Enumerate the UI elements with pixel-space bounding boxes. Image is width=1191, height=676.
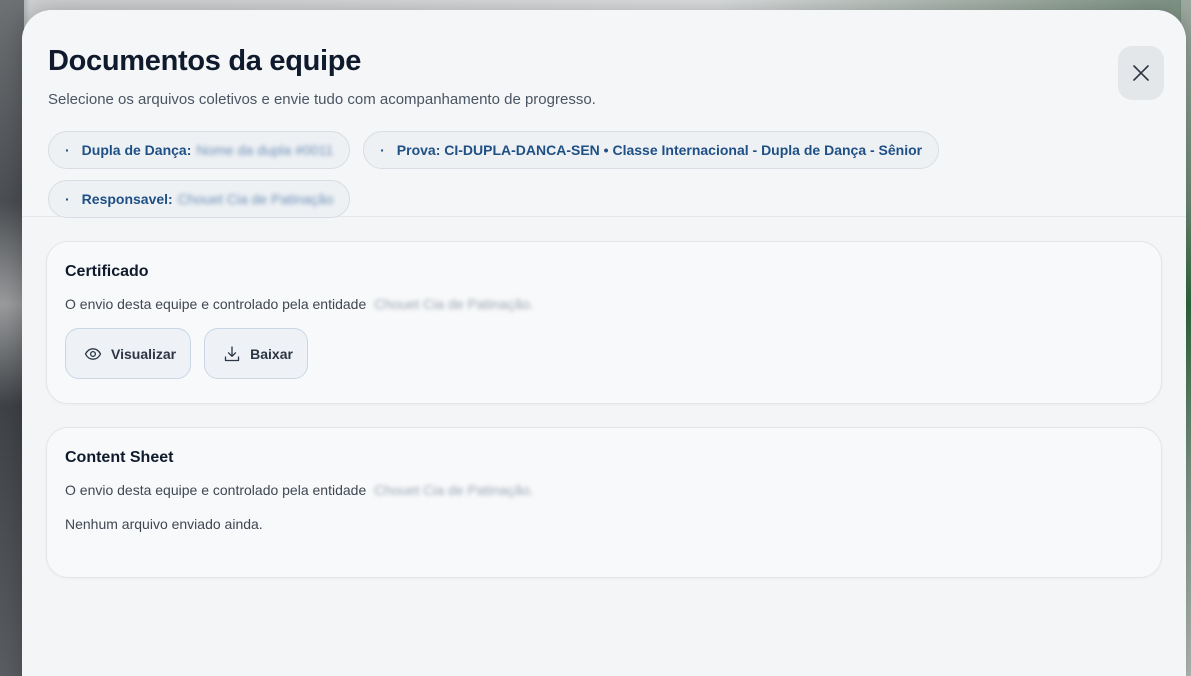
modal-title: Documentos da equipe — [48, 45, 362, 77]
card-title: Certificado — [65, 263, 149, 280]
card-entity-name: Chouet Cia de Patinação. — [374, 296, 534, 312]
card-actions: Visualizar Baixar — [65, 328, 1143, 379]
bullet-icon: · — [65, 191, 70, 207]
card-status-text: Nenhum arquivo enviado ainda. — [65, 516, 263, 532]
card-entity-name: Chouet Cia de Patinação. — [374, 482, 534, 498]
close-icon — [1133, 65, 1149, 81]
card-control-text: O envio desta equipe e controlado pela e… — [65, 295, 1143, 313]
backdrop-left — [0, 0, 24, 676]
chip-prova: · Prova: CI-DUPLA-DANCA-SEN • Classe Int… — [363, 131, 940, 169]
team-documents-modal: Documentos da equipe Selecione os arquiv… — [22, 10, 1186, 676]
document-card-certificado: Certificado O envio desta equipe e contr… — [46, 241, 1162, 404]
card-control-label: O envio desta equipe e controlado pela e… — [65, 296, 367, 312]
close-button[interactable] — [1118, 46, 1164, 100]
chip-prova-label: Prova: CI-DUPLA-DANCA-SEN • Classe Inter… — [396, 142, 923, 158]
chip-dupla: · Dupla de Dança: Nome da dupla #0011 — [48, 131, 351, 169]
view-button-label: Visualizar — [111, 345, 177, 362]
bullet-icon: · — [65, 142, 70, 158]
eye-icon — [84, 347, 102, 360]
card-control-text: O envio desta equipe e controlado pela e… — [65, 481, 1143, 499]
chip-responsavel-label: Responsavel: — [81, 191, 173, 207]
modal-content: Certificado O envio desta equipe e contr… — [22, 217, 1186, 578]
document-card-content-sheet: Content Sheet O envio desta equipe e con… — [46, 427, 1162, 578]
download-button[interactable]: Baixar — [204, 328, 308, 379]
card-control-label: O envio desta equipe e controlado pela e… — [65, 482, 367, 498]
card-title: Content Sheet — [65, 449, 174, 466]
chip-responsavel-value: Chouet Cia de Patinação — [177, 191, 334, 207]
modal-header: Documentos da equipe Selecione os arquiv… — [22, 10, 1186, 218]
chip-dupla-label: Dupla de Dança: — [81, 142, 192, 158]
download-icon — [224, 345, 240, 361]
chip-dupla-value: Nome da dupla #0011 — [196, 142, 334, 158]
bullet-icon: · — [380, 142, 385, 158]
info-chips: · Dupla de Dança: Nome da dupla #0011 · … — [48, 131, 1068, 218]
modal-subtitle: Selecione os arquivos coletivos e envie … — [48, 91, 596, 108]
chip-responsavel: · Responsavel: Chouet Cia de Patinação — [48, 180, 351, 218]
download-button-label: Baixar — [250, 345, 293, 362]
view-button[interactable]: Visualizar — [65, 328, 192, 379]
